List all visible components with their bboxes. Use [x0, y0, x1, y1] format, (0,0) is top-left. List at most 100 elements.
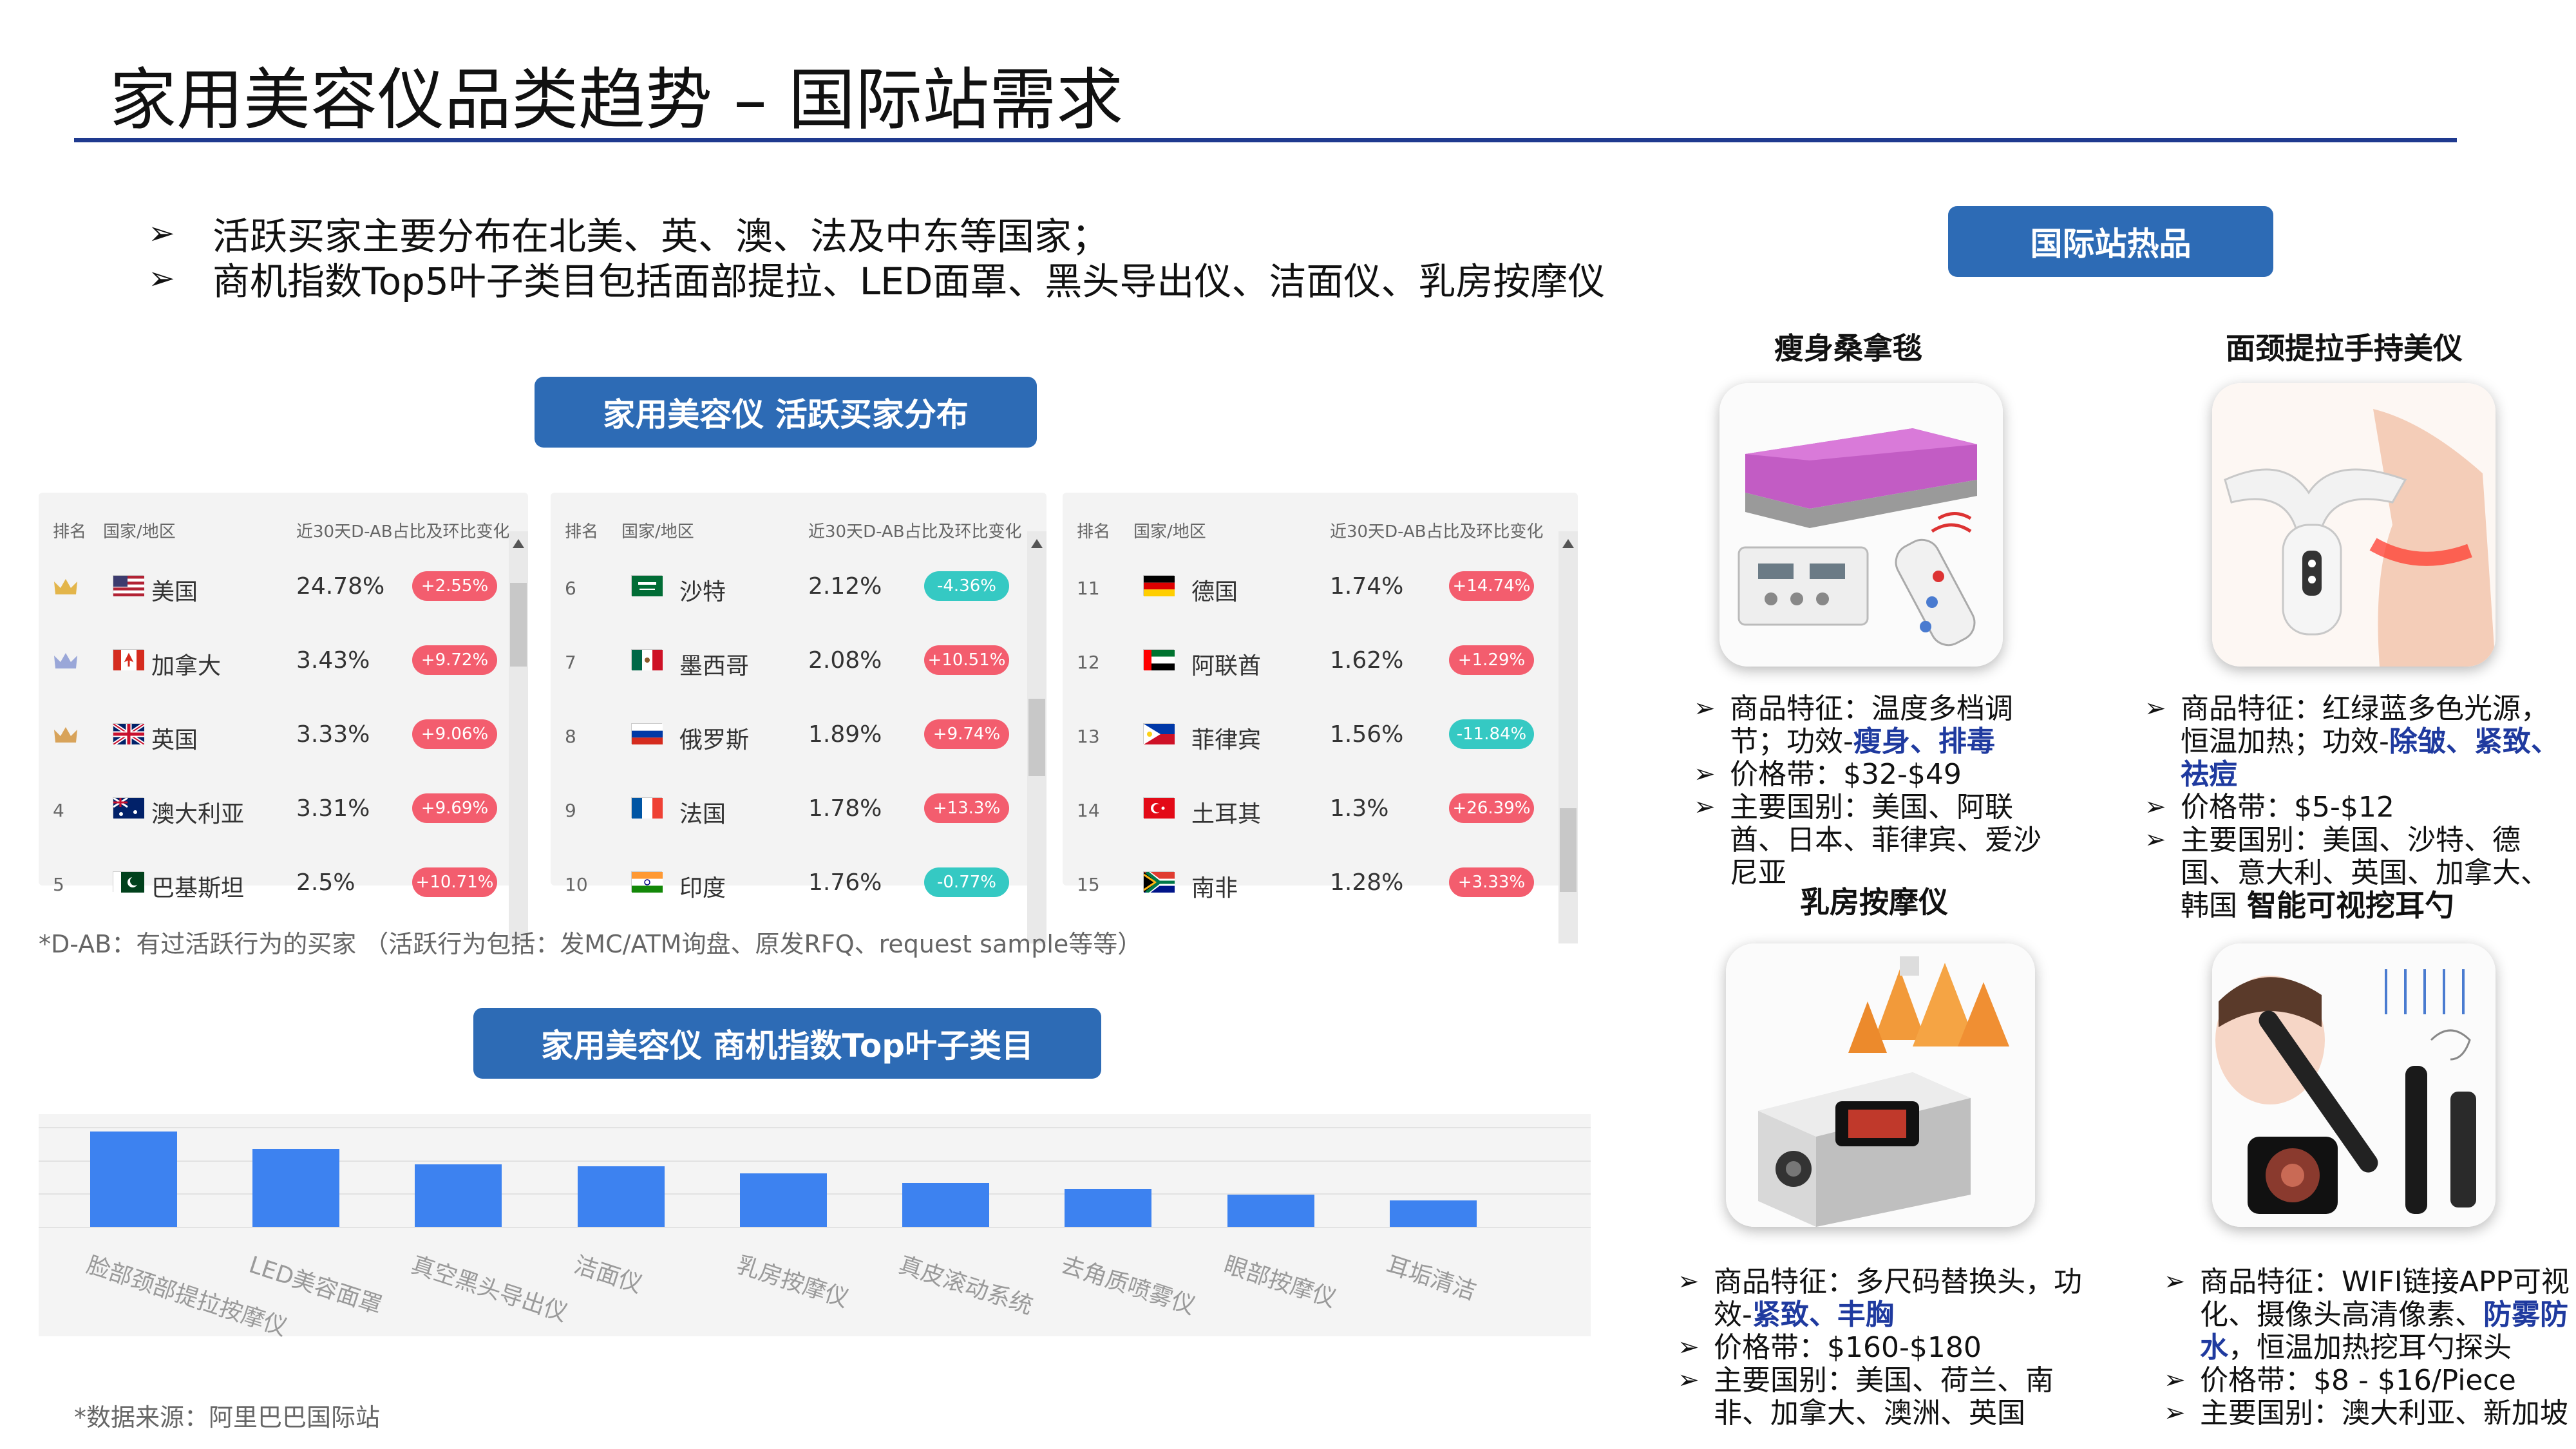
- product-feature-line: ➢ 商品特征：WIFI链接APP可视化、摄像头高清像素、防雾防水，恒温加热挖耳勺探…: [2164, 1265, 2576, 1364]
- arrow-bullet-icon: ➢: [2145, 792, 2166, 822]
- bullet-2: ➢ 商机指数Top5叶子类目包括面部提拉、LED面罩、黑头导出仪、洁面仪、乳房按…: [148, 251, 1605, 305]
- share-value: 1.74%: [1330, 573, 1404, 600]
- country-name: 英国: [151, 727, 198, 753]
- bar: [902, 1183, 990, 1227]
- share-value: 2.5%: [296, 869, 355, 896]
- flag-icon: [631, 871, 663, 893]
- product-feature-line: ➢ 主要国别：美国、阿联酋、日本、菲律宾、爱沙尼亚: [1694, 791, 2054, 889]
- flag-icon: [112, 722, 146, 746]
- rank-number: 8: [565, 726, 576, 747]
- product-feature-line: ➢ 价格带：$8 - $16/Piece: [2164, 1364, 2576, 1397]
- category-label: 真空黑头导出仪: [408, 1251, 571, 1327]
- flag-icon: [1143, 871, 1175, 894]
- rank-number: 13: [1077, 726, 1100, 747]
- country-name: 澳大利亚: [151, 801, 245, 828]
- change-badge: +9.72%: [412, 645, 497, 675]
- bar: [1227, 1194, 1314, 1227]
- header-share: 近30天D-AB占比及环比变化: [1330, 522, 1544, 542]
- table-row: 11 德国 1.74% +14.74%: [1063, 551, 1578, 621]
- table-row: 9 法国 1.78% +13.3%: [551, 773, 1046, 844]
- opportunity-chart: 脸部颈部提拉按摩仪 LED美容面罩 真空黑头导出仪 洁面仪 乳房按摩仪 真皮滚动系统 去角质…: [39, 1114, 1591, 1341]
- category-label: 真皮滚动系统: [895, 1251, 1036, 1320]
- header-country: 国家/地区: [103, 522, 176, 542]
- sauna-blanket-image: [1719, 383, 2003, 667]
- rank-number: 12: [1077, 652, 1100, 673]
- change-badge: -11.84%: [1449, 719, 1534, 749]
- hot-products-label: 国际站热品: [1948, 206, 2273, 277]
- bar: [739, 1173, 827, 1227]
- country-name: 墨西哥: [679, 653, 750, 679]
- table-row: 加拿大 3.43% +9.72%: [39, 625, 528, 696]
- scroll-up-icon[interactable]: [1031, 539, 1043, 548]
- flag-icon: [1143, 575, 1175, 596]
- change-badge: +1.29%: [1449, 645, 1534, 675]
- flag-icon: [113, 797, 144, 819]
- smart-ear-pick-image: [2212, 943, 2496, 1227]
- flag-icon: [631, 797, 663, 819]
- product-title: 瘦身桑拿毯: [1774, 331, 1922, 366]
- share-value: 1.56%: [1330, 721, 1404, 748]
- change-badge: +3.33%: [1449, 867, 1534, 897]
- share-value: 3.43%: [296, 647, 370, 674]
- share-value: 1.62%: [1330, 647, 1404, 674]
- scroll-up-icon[interactable]: [513, 539, 524, 548]
- table-row: 13 菲律宾 1.56% -11.84%: [1063, 699, 1578, 770]
- product-title: 乳房按摩仪: [1800, 885, 1948, 920]
- flag-icon: [631, 649, 663, 670]
- neck-lifting-device-image: [2212, 383, 2496, 667]
- share-value: 2.12%: [808, 573, 882, 600]
- flag-icon: [631, 575, 663, 596]
- change-badge: +10.71%: [412, 867, 497, 897]
- header-rank: 排名: [565, 522, 599, 542]
- rank-number: 6: [565, 578, 576, 599]
- feature-text: 主要国别：美国、阿联酋、日本、菲律宾、爱沙尼亚: [1730, 791, 2041, 889]
- arrow-bullet-icon: ➢: [1678, 1365, 1700, 1395]
- country-name: 法国: [679, 801, 726, 828]
- feature-text: ，恒温加热挖耳勺探头: [2228, 1331, 2512, 1364]
- product-feature-line: ➢ 价格带：$5-$12: [2145, 791, 2576, 824]
- scroll-up-icon[interactable]: [1562, 539, 1574, 548]
- product-description: ➢ 商品特征：WIFI链接APP可视化、摄像头高清像素、防雾防水，恒温加热挖耳勺探…: [2164, 1265, 2576, 1430]
- flag-icon: [113, 649, 144, 670]
- crown-icon: [53, 652, 79, 676]
- change-badge: +26.39%: [1449, 793, 1534, 823]
- breast-massager-image: [1726, 943, 2035, 1227]
- bar: [1389, 1200, 1477, 1227]
- feature-text: 主要国别：美国、荷兰、南非、加拿大、澳洲、英国: [1714, 1364, 2054, 1430]
- change-badge: -4.36%: [924, 571, 1009, 601]
- rank-number: 14: [1077, 800, 1100, 821]
- source-note: *数据来源：阿里巴巴国际站: [74, 1403, 381, 1432]
- page-title: 家用美容仪品类趋势 – 国际站需求: [109, 61, 1124, 139]
- arrow-bullet-icon: ➢: [148, 260, 175, 297]
- arrow-bullet-icon: ➢: [2145, 694, 2166, 723]
- share-value: 1.78%: [808, 795, 882, 822]
- header-rank: 排名: [1077, 522, 1111, 542]
- arrow-bullet-icon: ➢: [2145, 825, 2166, 855]
- share-value: 2.08%: [808, 647, 882, 674]
- rank-number: 15: [1077, 874, 1100, 895]
- opportunity-section-label: 家用美容仪 商机指数Top叶子类目: [473, 1008, 1101, 1079]
- header-rank: 排名: [53, 522, 87, 542]
- feature-text: 主要国别：澳大利亚、新加坡: [2200, 1397, 2568, 1430]
- product-description: ➢ 商品特征：温度多档调节；功效-瘦身、排毒 ➢ 价格带：$32-$49 ➢ 主要国别：…: [1694, 692, 2054, 889]
- change-badge: -0.77%: [924, 867, 1009, 897]
- rank-number: 11: [1077, 578, 1100, 599]
- product-title: 面颈提拉手持美仪: [2226, 331, 2463, 366]
- flag-icon: [113, 871, 144, 893]
- rank-number: 4: [53, 800, 64, 821]
- title-divider: [74, 138, 2457, 142]
- buyer-table-3: 排名 国家/地区 近30天D-AB占比及环比变化 11 德国 1.74% +14.74% 12…: [1063, 493, 1578, 943]
- bar: [90, 1132, 177, 1227]
- buyer-section-label: 家用美容仪 活跃买家分布: [535, 377, 1037, 448]
- share-value: 3.31%: [296, 795, 370, 822]
- country-name: 菲律宾: [1191, 727, 1262, 753]
- arrow-bullet-icon: ➢: [1694, 694, 1716, 723]
- arrow-bullet-icon: ➢: [2164, 1398, 2186, 1428]
- header-country: 国家/地区: [621, 522, 694, 542]
- table-row: 14 土耳其 1.3% +26.39%: [1063, 773, 1578, 844]
- table-row: 6 沙特 2.12% -4.36%: [551, 551, 1046, 621]
- crown-icon: [53, 578, 79, 601]
- product-feature-line: ➢ 主要国别：澳大利亚、新加坡: [2164, 1397, 2576, 1430]
- bar: [415, 1164, 502, 1227]
- category-label: 乳房按摩仪: [733, 1251, 852, 1313]
